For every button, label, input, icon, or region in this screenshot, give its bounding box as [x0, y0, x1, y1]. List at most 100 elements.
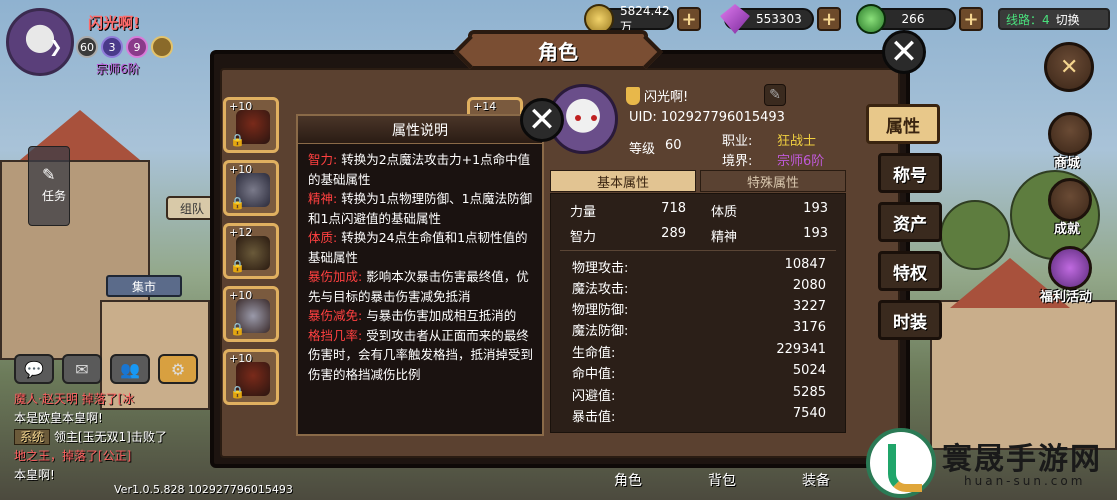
- market-sign[interactable]: 集市: [106, 275, 182, 297]
- stat-label: 魔法防御:: [572, 324, 629, 339]
- hud-icon-bar: 💬 ✉ 👥 ⚙: [14, 354, 198, 384]
- equipment-slot[interactable]: +10 🔒: [223, 97, 279, 153]
- lock-icon: 🔒: [230, 322, 245, 336]
- lock-icon: 🔒: [230, 259, 245, 273]
- add-gold-button[interactable]: +: [677, 7, 701, 31]
- equipment-slot[interactable]: +10 🔒: [223, 160, 279, 216]
- tip-entry: 暴伤减免: 与暴击伤害加成相互抵消的: [308, 306, 534, 326]
- watermark: 寰晟手游网 huan-sun.com: [860, 428, 1110, 498]
- popup-title: 属性说明: [298, 116, 542, 144]
- job-label: 职业:: [722, 134, 753, 149]
- task-label: 任务: [42, 189, 67, 203]
- tip-text: 转换为1点物理防御、1点魔法防御和1点闪避值的基础属性: [308, 191, 533, 226]
- stat-value: 3176: [792, 320, 826, 335]
- watermark-url: huan-sun.com: [964, 474, 1086, 488]
- realm-value: 宗师6阶: [777, 154, 825, 169]
- tip-entry: 暴伤加成: 影响本次暴击伤害最终值，优先与目标的暴击伤害减免抵消: [308, 267, 534, 306]
- add-gem-button[interactable]: +: [817, 7, 841, 31]
- stat-label: 生命值:: [572, 346, 616, 361]
- stat-value: 289: [661, 226, 686, 241]
- cross-swords-icon: ✕: [1060, 55, 1079, 80]
- stat-label: 暴击值:: [572, 410, 616, 425]
- character-name-row: 闪光啊!: [626, 86, 688, 105]
- equipment-slot[interactable]: +12 🔒: [223, 223, 279, 279]
- stat-value: 193: [803, 201, 828, 216]
- player-badges: 60 3 9: [76, 36, 173, 58]
- stat-label: 闪避值:: [572, 389, 616, 404]
- friends-icon[interactable]: 👥: [110, 354, 150, 384]
- stat-label: 物理防御:: [572, 303, 629, 318]
- realm-label: 境界:: [722, 154, 753, 169]
- add-stamina-button[interactable]: +: [959, 7, 983, 31]
- gold-resource: 5824.42万 +: [584, 4, 701, 34]
- tab-privileges[interactable]: 特权: [878, 251, 942, 291]
- trophy-icon: [626, 86, 640, 105]
- nav-equipment[interactable]: 装备: [784, 470, 848, 490]
- gift-icon[interactable]: [1048, 246, 1092, 290]
- chat-icon[interactable]: 💬: [14, 354, 54, 384]
- chat-line-text: 领主[玉无双1]击败了: [50, 430, 167, 444]
- close-panel-button[interactable]: ✕: [882, 30, 926, 74]
- achievement-button[interactable]: [1048, 178, 1092, 222]
- stat-label: 力量: [570, 205, 597, 220]
- close-popup-button[interactable]: ✕: [520, 98, 564, 142]
- level-label: 等级: [629, 142, 656, 157]
- menu-toggle-button[interactable]: ✕: [1044, 42, 1094, 92]
- settings-icon[interactable]: ⚙: [158, 354, 198, 384]
- tab-basic-attributes[interactable]: 基本属性: [550, 170, 696, 192]
- shop-button[interactable]: [1048, 112, 1092, 156]
- lock-icon: 🔒: [230, 133, 245, 147]
- tab-fashion[interactable]: 时装: [878, 300, 942, 340]
- switch-label: 切换: [1055, 12, 1080, 27]
- quill-icon: ✎: [42, 165, 56, 184]
- stat-value: 193: [803, 226, 828, 241]
- stat-label: 精神: [711, 230, 738, 245]
- stat-label: 物理攻击:: [572, 261, 629, 276]
- line-switch-button[interactable]: 线路：4 切换: [998, 8, 1110, 30]
- nav-bag[interactable]: 背包: [690, 470, 754, 490]
- tab-titles[interactable]: 称号: [878, 153, 942, 193]
- stat-label: 体质: [711, 205, 738, 220]
- tip-entry: 精神: 转换为1点物理防御、1点魔法防御和1点闪避值的基础属性: [308, 189, 534, 228]
- stat-value: 7540: [792, 406, 826, 421]
- tab-special-attributes[interactable]: 特殊属性: [700, 170, 846, 192]
- stat-value: 3227: [792, 299, 826, 314]
- achievement-label: 成就: [1054, 222, 1081, 237]
- edit-name-icon[interactable]: ✎: [764, 84, 786, 106]
- tip-key: 智力:: [308, 152, 338, 167]
- level-value: 60: [665, 138, 682, 153]
- stat-value: 10847: [784, 257, 826, 272]
- character-name: 闪光啊!: [644, 90, 689, 105]
- stat-value: 718: [661, 201, 686, 216]
- tab-attributes[interactable]: 属性: [866, 104, 940, 144]
- nav-character[interactable]: 角色: [596, 470, 660, 490]
- green-heart-icon: [856, 4, 886, 34]
- stat-value: 5285: [792, 385, 826, 400]
- tab-assets[interactable]: 资产: [878, 202, 942, 242]
- player-name: 闪光啊!: [88, 14, 140, 32]
- system-tag: 系统: [14, 429, 51, 445]
- mail-icon[interactable]: ✉: [62, 354, 102, 384]
- stat-label: 魔法攻击:: [572, 282, 629, 297]
- player-avatar[interactable]: ❯: [6, 8, 74, 76]
- watermark-logo-icon: [866, 428, 936, 498]
- chat-log[interactable]: 魔人·赵天明 掉落了[冰 本是欧皇本皇啊! 系统 领主[玉无双1]击败了 地之王…: [14, 390, 214, 485]
- expand-arrow-icon: ❯: [49, 37, 63, 56]
- character-uid: UID: 102927796015493: [629, 110, 785, 125]
- welfare-label: 福利活动: [1040, 290, 1093, 305]
- tip-text: 转换为2点魔法攻击力+1点命中值的基础属性: [308, 152, 531, 187]
- chat-line: 系统 领主[玉无双1]击败了: [14, 428, 214, 447]
- equipment-slot[interactable]: +10 🔒: [223, 349, 279, 405]
- player-rank: 宗师6阶: [96, 62, 140, 76]
- gem-resource: 553303 +: [720, 4, 841, 34]
- lock-icon: 🔒: [230, 385, 245, 399]
- equipment-slot[interactable]: +10 🔒: [223, 286, 279, 342]
- tip-key: 精神:: [308, 191, 338, 206]
- panel-title: 角色: [468, 30, 648, 70]
- vip-badge: 3: [101, 36, 123, 58]
- stat-value: 5024: [792, 363, 826, 378]
- chat-line: 地之王，掉落了[公正]: [14, 449, 132, 463]
- tip-entry: 智力: 转换为2点魔法攻击力+1点命中值的基础属性: [308, 150, 534, 189]
- task-button[interactable]: ✎ 任务: [28, 146, 70, 226]
- stat-value: 2080: [792, 278, 826, 293]
